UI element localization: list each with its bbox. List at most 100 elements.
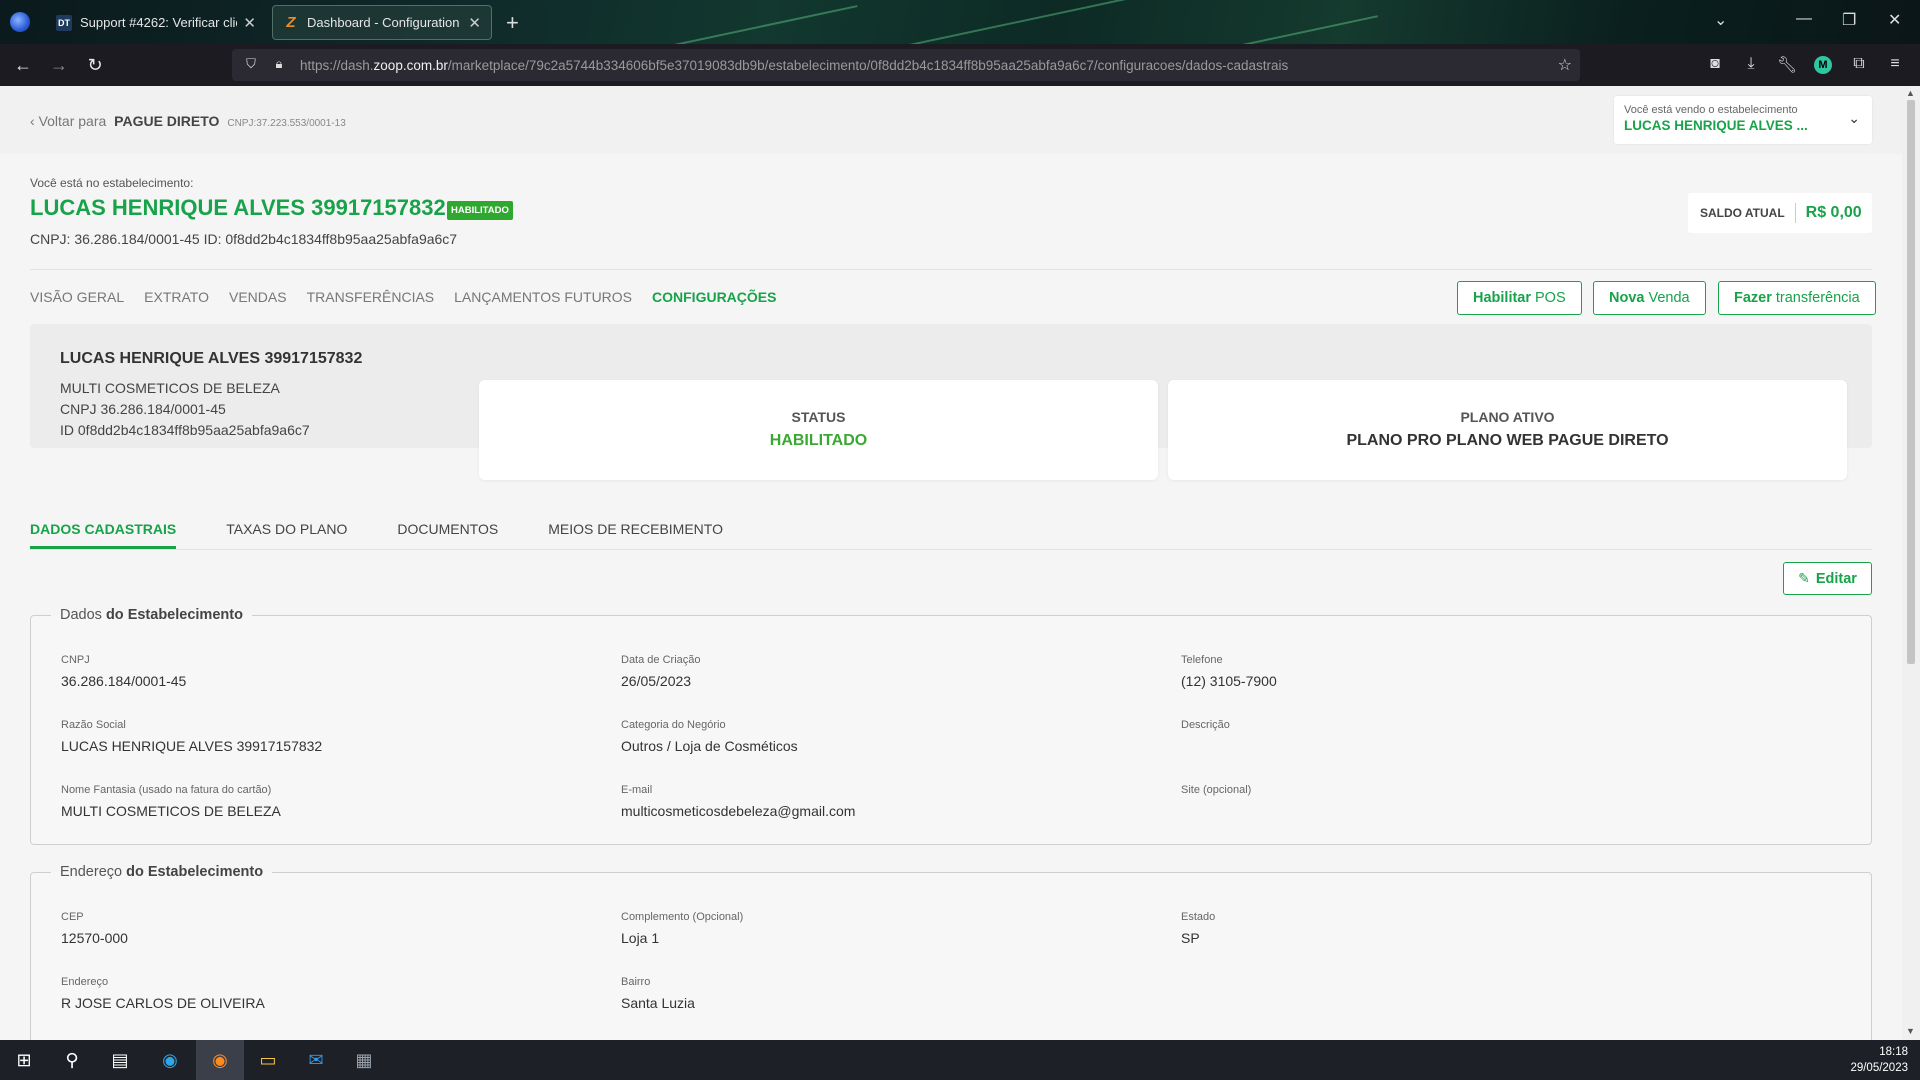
file-explorer-icon[interactable]: ▭ [254,1046,282,1074]
field-categoria: Categoria do Negório Outros / Loja de Cos… [621,719,798,754]
nav-extrato[interactable]: EXTRATO [144,289,209,305]
summary-id: ID 0f8dd2b4c1834ff8b95aa25abfa9a6c7 [60,422,310,438]
scroll-up-icon[interactable]: ▲ [1906,88,1915,98]
plan-value: PLANO PRO PLANO WEB PAGUE DIRETO [1346,432,1669,449]
browser-nav-bar: ← → ↻ ⛉ 🔒︎ https://dash.zoop.com.br/mark… [0,44,1920,86]
url-text[interactable]: https://dash.zoop.com.br/marketplace/79c… [300,58,1288,73]
status-value: HABILITADO [769,432,868,449]
plan-card: PLANO ATIVO PLANO PRO PLANO WEB PAGUE DI… [1168,380,1847,480]
windows-start-icon[interactable]: ⊞ [10,1046,38,1074]
back-target: PAGUE DIRETO [114,113,220,129]
tab-documentos[interactable]: DOCUMENTOS [397,521,498,549]
back-link[interactable]: ‹ Voltar para PAGUE DIRETO CNPJ:37.223.5… [30,113,346,129]
fazer-transferencia-button[interactable]: Fazer transferência [1718,281,1876,315]
browser-tab-bar: DT Support #4262: Verificar cliente ✕ Z … [0,0,1920,44]
establishment-ids: CNPJ: 36.286.184/0001-45 ID: 0f8dd2b4c18… [30,231,458,247]
restore-icon[interactable]: ❐ [1842,10,1856,30]
tab-meios-de-recebimento[interactable]: MEIOS DE RECEBIMENTO [548,521,723,549]
field-site: Site (opcional) [1181,784,1252,796]
pocket-icon[interactable]: ◙ [1704,55,1726,73]
minimize-icon[interactable]: — [1796,10,1812,28]
firefox-menu-icon[interactable] [10,12,30,32]
support-favicon-icon: DT [56,14,72,31]
background-streak [622,5,858,44]
divider [30,549,1872,550]
tab-dashboard[interactable]: Z Dashboard - Configuration ✕ [272,5,492,40]
background-streak [903,0,1217,44]
task-view-icon[interactable]: ▤ [106,1046,134,1074]
wrench-icon[interactable]: 🔧︎ [1776,55,1798,75]
field-cep: CEP 12570-000 [61,911,128,946]
nav-transferencias[interactable]: TRANSFERÊNCIAS [307,289,435,305]
summary-name: LUCAS HENRIQUE ALVES 39917157832 [60,350,363,367]
close-window-icon[interactable]: ✕ [1888,10,1901,30]
field-nome-fantasia: Nome Fantasia (usado na fatura do cartão… [61,784,281,819]
balance-label: SALDO ATUAL [1700,206,1785,220]
summary-cnpj: CNPJ 36.286.184/0001-45 [60,401,226,417]
back-arrow-icon[interactable]: ← [10,53,36,77]
system-clock[interactable]: 18:18 29/05/2023 [1850,1044,1908,1076]
scroll-thumb[interactable] [1907,100,1915,664]
habilitar-pos-button[interactable]: Habilitar POS [1457,281,1582,315]
mail-icon[interactable]: ✉ [302,1046,330,1074]
clock-time: 18:18 [1879,1046,1908,1058]
taskbar: ⊞ ⚲ ▤ ◉ ◉ ▭ ✉ ▦ 18:18 29/05/2023 [0,1040,1920,1080]
tab-list-chevron-icon[interactable]: ⌄ [1714,10,1727,30]
close-tab-icon[interactable]: ✕ [468,14,481,32]
search-icon[interactable]: ⚲ [58,1046,86,1074]
subtabs: DADOS CADASTRAIS TAXAS DO PLANO DOCUMENT… [30,521,773,549]
summary-trade-name: MULTI COSMETICOS DE BELEZA [60,380,280,396]
bookmark-star-icon[interactable]: ☆ [1558,55,1572,75]
status-label: STATUS [791,409,846,425]
tab-support[interactable]: DT Support #4262: Verificar cliente ✕ [46,5,266,40]
hamburger-menu-icon[interactable]: ≡ [1884,55,1906,73]
nav-vendas[interactable]: VENDAS [229,289,287,305]
balance-value: R$ 0,00 [1805,204,1862,221]
page-content: ‹ Voltar para PAGUE DIRETO CNPJ:37.223.5… [0,86,1902,1040]
scroll-down-icon[interactable]: ▼ [1906,1026,1915,1036]
edit-button[interactable]: ✎ Editar [1783,562,1872,595]
nav-lancamentos-futuros[interactable]: LANÇAMENTOS FUTUROS [454,289,632,305]
edge-browser-icon[interactable]: ◉ [156,1046,184,1074]
establishment-name: LUCAS HENRIQUE ALVES 39917157832 [30,195,446,220]
reload-icon[interactable]: ↻ [82,53,108,77]
field-cnpj: CNPJ 36.286.184/0001-45 [61,654,187,689]
nav-configuracoes[interactable]: CONFIGURAÇÕES [652,289,776,305]
close-tab-icon[interactable]: ✕ [243,14,256,32]
address-bar[interactable]: ⛉ 🔒︎ https://dash.zoop.com.br/marketplac… [232,49,1580,81]
nav-visao-geral[interactable]: VISÃO GERAL [30,289,124,305]
field-razao-social: Razão Social LUCAS HENRIQUE ALVES 3991715… [61,719,323,754]
chevron-down-icon: ⌄ [1848,110,1860,126]
selector-caption: Você está vendo o estabelecimento [1624,104,1798,116]
tab-label: Support #4262: Verificar cliente [80,15,237,30]
field-email: E-mail multicosmeticosdebeleza@gmail.com [621,784,856,819]
nova-venda-button[interactable]: Nova Venda [1593,281,1706,315]
edit-label: Editar [1815,570,1857,587]
extensions-icon[interactable]: ⧉ [1848,55,1870,73]
shield-icon[interactable]: ⛉ [242,56,260,74]
endereco-estabelecimento-group: Endereço do Estabelecimento CEP 12570-000… [30,864,1872,1040]
zoop-favicon-icon: Z [286,14,296,31]
tab-dados-cadastrais[interactable]: DADOS CADASTRAIS [30,521,177,549]
firefox-taskbar-icon[interactable]: ◉ [196,1040,244,1080]
status-badge: HABILITADO [447,201,513,220]
page-scrollbar[interactable]: ▲ ▼ [1902,86,1920,1040]
profile-avatar[interactable]: M [1814,56,1832,74]
tab-label: Dashboard - Configuration [307,15,460,30]
new-tab-icon[interactable]: + [506,10,519,36]
establishment-caption: Você está no estabelecimento: [30,176,194,190]
status-card: STATUS HABILITADO [479,380,1158,480]
lock-icon[interactable]: 🔒︎ [270,56,288,74]
forward-arrow-icon[interactable]: → [46,53,72,77]
dados-legend: Dados do Estabelecimento [60,607,243,623]
download-icon[interactable]: ⤓ [1740,55,1762,73]
back-cnpj: CNPJ:37.223.553/0001-13 [227,118,346,129]
plan-label: PLANO ATIVO [1460,409,1555,425]
field-estado: Estado SP [1181,911,1216,946]
field-bairro: Bairro Santa Luzia [621,976,695,1011]
establishment-selector[interactable]: Você está vendo o estabelecimento LUCAS … [1614,96,1872,144]
endereco-legend: Endereço do Estabelecimento [60,864,264,880]
tab-taxas-do-plano[interactable]: TAXAS DO PLANO [226,521,347,549]
edit-icon: ✎ [1798,570,1810,586]
calculator-icon[interactable]: ▦ [350,1046,378,1074]
